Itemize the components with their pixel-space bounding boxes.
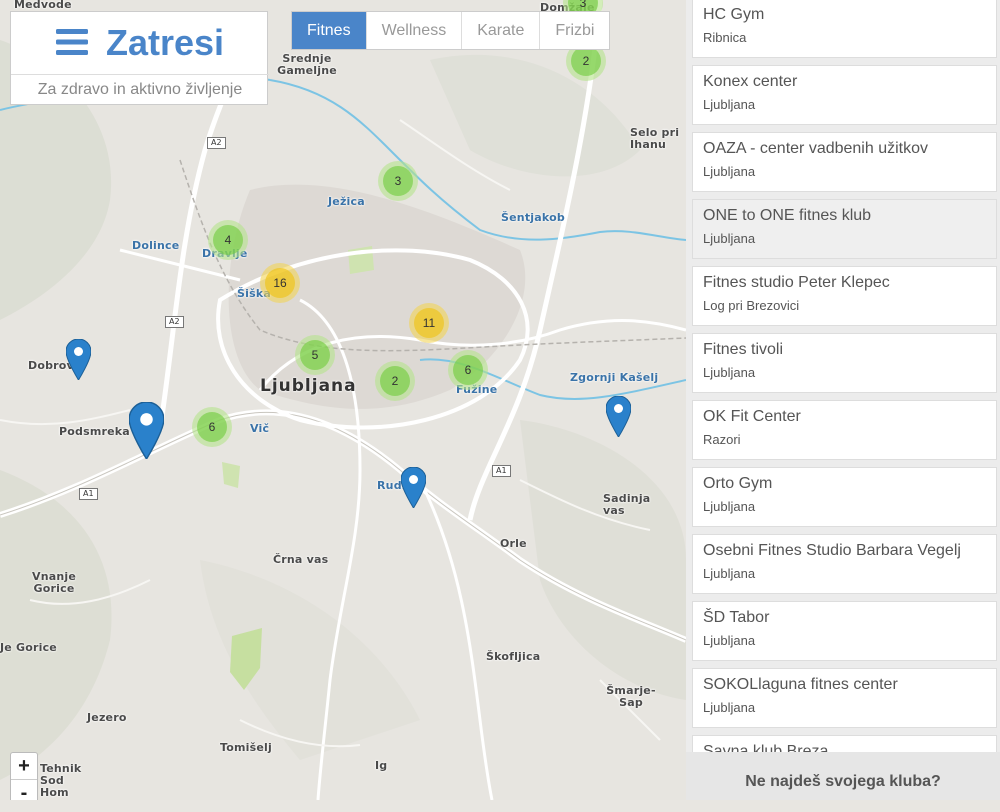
club-name: Konex center (703, 73, 798, 90)
map-label: Ig (375, 759, 388, 772)
logo-panel: Zatresi Za zdravo in aktivno življenje (10, 11, 269, 105)
map-label: Vič (250, 422, 270, 435)
map-cluster[interactable]: 2 (375, 361, 415, 401)
map-label: Orle (500, 537, 527, 550)
zoom-out-button[interactable]: - (11, 780, 37, 800)
map-marker-icon[interactable] (66, 339, 91, 380)
club-city: Ljubljana (703, 97, 756, 112)
map-label: Škofljica (486, 650, 541, 663)
map-label: Zgornji Kašelj (570, 371, 659, 384)
club-name: OAZA - center vadbenih užitkov (703, 140, 928, 157)
map-label: Šentjakob (501, 211, 565, 224)
club-name: Osebni Fitnes Studio Barbara Vegelj (703, 542, 961, 559)
map-cluster[interactable]: 5 (295, 335, 335, 375)
map-label: Dolince (132, 239, 180, 252)
map-label: Podsmreka (59, 425, 130, 438)
tab-fitnes[interactable]: Fitnes (292, 12, 367, 49)
map-label-city: Ljubljana (260, 376, 357, 396)
road-shield: A2 (207, 137, 226, 149)
tab-karate[interactable]: Karate (462, 12, 541, 49)
map-cluster[interactable]: 16 (260, 263, 300, 303)
menu-icon[interactable] (55, 28, 88, 56)
map-label: Srednje Gameljne (277, 52, 337, 77)
club-city: Ljubljana (703, 700, 756, 715)
app-title: Zatresi (11, 22, 269, 64)
map-label: Je Gorice (0, 641, 57, 654)
map-label: Hom (40, 786, 69, 799)
club-city: Ljubljana (703, 164, 756, 179)
club-item-highlighted[interactable]: ONE to ONE fitnes klub Ljubljana (692, 199, 997, 259)
map-label: Tomišelj (220, 741, 272, 754)
tab-wellness[interactable]: Wellness (367, 12, 463, 49)
club-item[interactable]: OAZA - center vadbenih užitkov Ljubljana (692, 132, 997, 192)
club-list[interactable]: HC Gym Ribnica Konex center Ljubljana OA… (686, 0, 1000, 800)
map-marker-icon[interactable] (606, 396, 631, 437)
club-city: Ljubljana (703, 566, 756, 581)
club-city: Log pri Brezovici (703, 298, 800, 313)
club-item[interactable]: SOKOLlaguna fitnes center Ljubljana (692, 668, 997, 728)
map-cluster[interactable]: 11 (409, 303, 449, 343)
road-shield: A2 (165, 316, 184, 328)
club-city: Ribnica (703, 30, 747, 45)
category-tabs: Fitnes Wellness Karate Frizbi (291, 11, 611, 50)
club-city: Ljubljana (703, 499, 756, 514)
map-cluster[interactable]: 6 (192, 407, 232, 447)
map-label: Črna vas (273, 553, 329, 566)
club-item[interactable]: OK Fit Center Razori (692, 400, 997, 460)
app-title-text: Zatresi (105, 22, 225, 63)
club-city: Ljubljana (703, 231, 756, 246)
club-city: Ljubljana (703, 633, 756, 648)
missing-club-button[interactable]: Ne najdeš svojega kluba? (686, 752, 1000, 800)
club-name: HC Gym (703, 6, 765, 23)
zoom-in-button[interactable]: + (11, 753, 37, 780)
club-item[interactable]: ŠD Tabor Ljubljana (692, 601, 997, 661)
club-item[interactable]: Fitnes tivoli Ljubljana (692, 333, 997, 393)
club-item[interactable]: Konex center Ljubljana (692, 65, 997, 125)
map-cluster[interactable]: 4 (208, 220, 248, 260)
map-marker-icon[interactable] (129, 402, 164, 459)
club-name: Fitnes tivoli (703, 341, 784, 358)
club-name: OK Fit Center (703, 408, 801, 425)
map-label: Vnanje Gorice (31, 570, 77, 595)
app-subtitle: Za zdravo in aktivno življenje (11, 74, 269, 99)
club-name: Orto Gym (703, 475, 773, 492)
club-name: Fitnes studio Peter Klepec (703, 274, 890, 291)
map-label: Ježica (328, 195, 365, 208)
club-city: Ljubljana (703, 365, 756, 380)
road-shield: A1 (79, 488, 98, 500)
club-item[interactable]: Orto Gym Ljubljana (692, 467, 997, 527)
map-label: Šmarje-Sap (606, 684, 656, 709)
map-marker-icon[interactable] (401, 467, 426, 508)
map-base-layer (0, 0, 686, 800)
club-item[interactable]: HC Gym Ribnica (692, 0, 997, 58)
zoom-control: + - (10, 752, 38, 800)
club-item[interactable]: Osebni Fitnes Studio Barbara Vegelj Ljub… (692, 534, 997, 594)
map-label: Jezero (87, 711, 127, 724)
road-shield: A1 (492, 465, 511, 477)
map-label: Medvode (14, 0, 72, 11)
club-city: Razori (703, 432, 741, 447)
tab-frizbi[interactable]: Frizbi (540, 12, 609, 49)
map-cluster[interactable]: 3 (378, 161, 418, 201)
map-cluster[interactable]: 6 (448, 350, 488, 390)
map-label: Selo pri Ihanu (630, 126, 680, 151)
map-label: Sadinja vas (603, 492, 651, 517)
club-item[interactable]: Fitnes studio Peter Klepec Log pri Brezo… (692, 266, 997, 326)
club-name: ONE to ONE fitnes klub (703, 207, 872, 224)
map-view[interactable]: Medvode Domžale Srednje Gameljne Ježica … (0, 0, 686, 800)
club-name: SOKOLlaguna fitnes center (703, 676, 898, 693)
club-name: ŠD Tabor (703, 609, 770, 626)
